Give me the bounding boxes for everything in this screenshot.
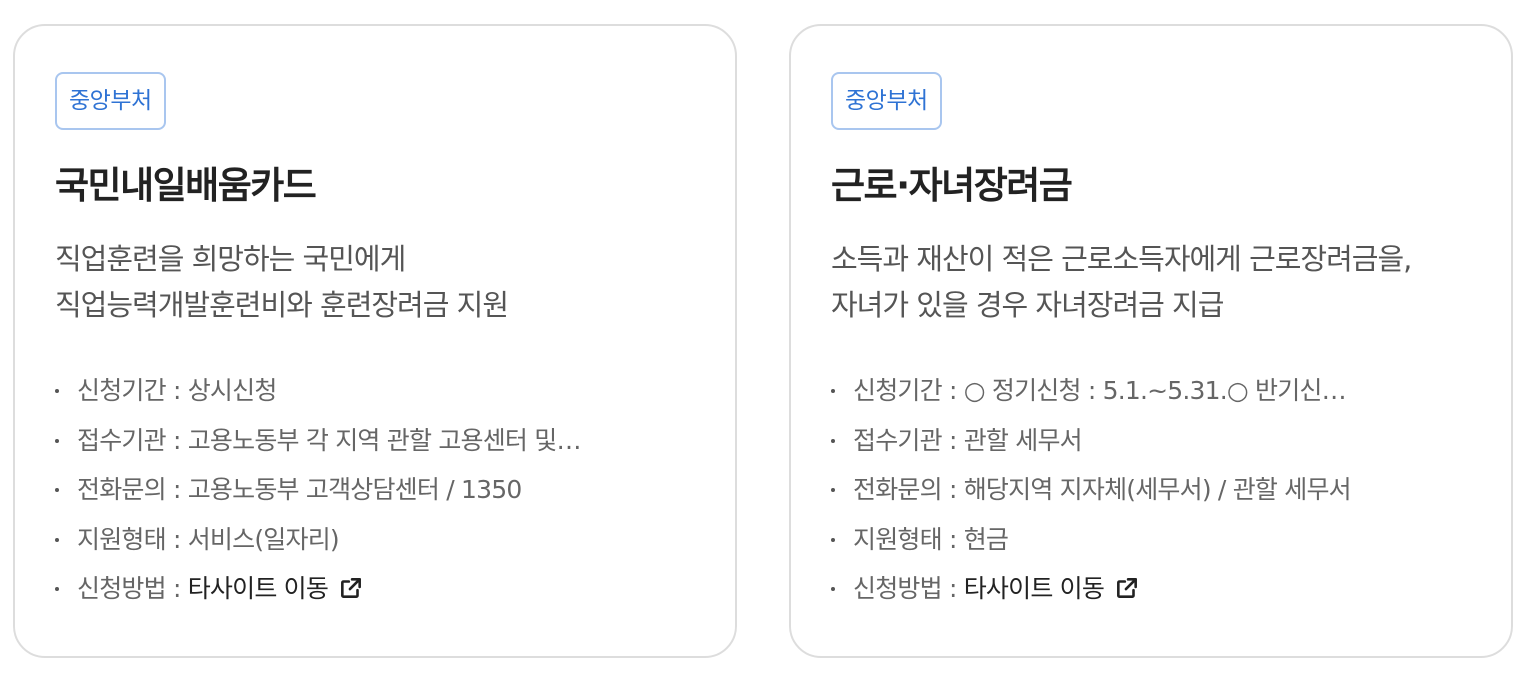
info-label: 전화문의 [77,475,167,504]
info-phone: 전화문의 : 고용노동부 고객상담센터 / 1350 [55,465,695,515]
info-support-type: 지원형태 : 현금 [831,515,1471,565]
external-link-icon [341,578,362,598]
info-value: ○ 정기신청 : 5.1.~5.31.○ 반기신… [963,376,1346,405]
description-line: 직업능력개발훈련비와 훈련장려금 지원 [55,288,509,322]
category-badge: 중앙부처 [55,72,166,130]
info-apply-period: 신청기간 : 상시신청 [55,366,695,416]
info-value: 고용노동부 각 지역 관할 고용센터 및… [187,425,581,455]
info-separator: : [165,574,188,603]
info-value: 현금 [963,524,1009,554]
description-line: 소득과 재산이 적은 근로소득자에게 근로장려금을, [831,242,1412,276]
external-link-icon [1117,578,1138,598]
info-label: 지원형태 [853,524,943,554]
info-list: 신청기간 : ○ 정기신청 : 5.1.~5.31.○ 반기신… 접수기관 : … [831,366,1471,614]
info-label: 지원형태 [77,524,167,554]
external-site-link[interactable]: 타사이트 이동 [188,574,364,603]
info-value: 서비스(일자리) [187,524,339,554]
category-badge: 중앙부처 [831,72,942,130]
description-line: 자녀가 있을 경우 자녀장려금 지급 [831,288,1224,322]
link-label: 타사이트 이동 [187,574,329,603]
info-label: 신청기간 [853,376,943,405]
card-title[interactable]: 근로·자녀장려금 [831,160,1471,212]
info-separator: : [941,425,964,455]
external-site-link[interactable]: 타사이트 이동 [964,574,1140,603]
info-agency: 접수기관 : 관할 세무서 [831,416,1471,466]
info-apply-method: 신청방법 : 타사이트 이동 [831,564,1471,614]
info-label: 신청방법 [853,574,943,603]
info-agency: 접수기관 : 고용노동부 각 지역 관할 고용센터 및… [55,416,695,466]
benefit-card[interactable]: 중앙부처 국민내일배움카드 직업훈련을 희망하는 국민에게 직업능력개발훈련비와… [13,24,737,658]
info-separator: : [165,475,188,504]
info-label: 신청방법 [77,574,167,603]
info-value: 고용노동부 고객상담센터 / 1350 [187,475,522,504]
description-line: 직업훈련을 희망하는 국민에게 [55,242,406,276]
info-value: 관할 세무서 [963,425,1082,455]
info-apply-period: 신청기간 : ○ 정기신청 : 5.1.~5.31.○ 반기신… [831,366,1471,416]
info-support-type: 지원형태 : 서비스(일자리) [55,515,695,565]
info-value: 해당지역 지자체(세무서) / 관할 세무서 [963,475,1351,504]
info-label: 전화문의 [853,475,943,504]
benefit-card[interactable]: 중앙부처 근로·자녀장려금 소득과 재산이 적은 근로소득자에게 근로장려금을,… [789,24,1513,658]
info-value: 상시신청 [187,376,277,405]
info-phone: 전화문의 : 해당지역 지자체(세무서) / 관할 세무서 [831,465,1471,515]
info-apply-method: 신청방법 : 타사이트 이동 [55,564,695,614]
info-separator: : [941,475,964,504]
info-separator: : [165,524,188,554]
info-separator: : [941,524,964,554]
info-label: 접수기관 [77,425,167,455]
info-label: 신청기간 [77,376,167,405]
info-separator: : [165,376,188,405]
card-title[interactable]: 국민내일배움카드 [55,160,695,212]
card-description: 직업훈련을 희망하는 국민에게 직업능력개발훈련비와 훈련장려금 지원 [55,236,695,328]
info-separator: : [941,376,964,405]
card-description: 소득과 재산이 적은 근로소득자에게 근로장려금을, 자녀가 있을 경우 자녀장… [831,236,1471,328]
info-separator: : [941,574,964,603]
info-list: 신청기간 : 상시신청 접수기관 : 고용노동부 각 지역 관할 고용센터 및…… [55,366,695,614]
info-label: 접수기관 [853,425,943,455]
link-label: 타사이트 이동 [963,574,1105,603]
info-separator: : [165,425,188,455]
